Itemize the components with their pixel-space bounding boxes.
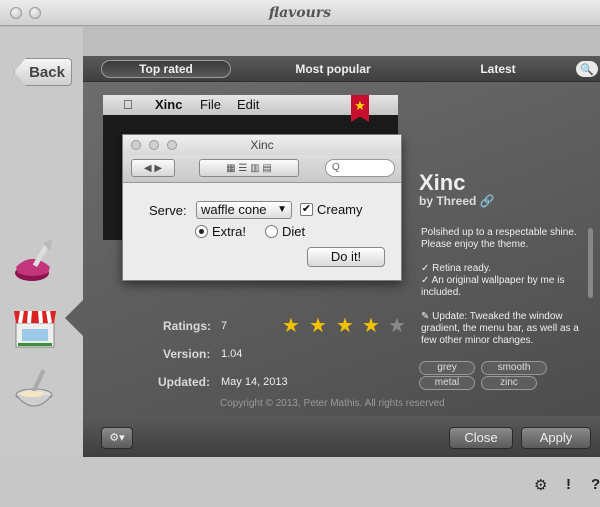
theme-author-text[interactable]: by Threed	[419, 194, 476, 208]
gear-menu-button[interactable]: ⚙▾	[101, 427, 133, 449]
preview-dialog-title: Xinc	[123, 135, 401, 155]
description-paragraph: ✎ Update: Tweaked the window gradient, t…	[421, 311, 579, 346]
apply-button[interactable]: Apply	[521, 427, 591, 449]
serve-label: Serve:	[149, 203, 187, 218]
version-value: 1.04	[221, 348, 243, 360]
serve-select-value: waffle cone	[201, 202, 267, 217]
diet-radio	[265, 225, 278, 238]
back-button[interactable]: Back	[14, 58, 72, 86]
back-forward-icon: ◀ ▶	[131, 159, 175, 177]
do-it-button: Do it!	[307, 247, 385, 267]
search-button[interactable]: 🔍	[576, 61, 598, 77]
description-paragraph: Polsihed up to a respectable shine. Plea…	[421, 227, 577, 250]
ratings-value: 7	[221, 320, 228, 332]
alert-icon[interactable]: !	[566, 476, 571, 493]
settings-gear-icon[interactable]: ⚙	[534, 476, 547, 494]
selection-pointer	[65, 300, 83, 336]
theme-author[interactable]: by Threed 🔗	[419, 194, 495, 208]
preview-app-name: Xinc	[155, 97, 183, 112]
dialog-close-dot	[131, 140, 141, 150]
tab-most-popular[interactable]: Most popular	[278, 60, 388, 78]
tab-top-rated[interactable]: Top rated	[101, 60, 231, 78]
dialog-minimize-dot	[149, 140, 159, 150]
tag-metal[interactable]: metal	[419, 376, 475, 390]
preview-dialog: Xinc ◀ ▶ ▦ ☰ ▥ ▤ Q Serve: waffle cone ▼ …	[122, 134, 402, 281]
tab-latest[interactable]: Latest	[463, 60, 533, 78]
tag-zinc[interactable]: zinc	[481, 376, 537, 390]
updated-value: May 14, 2013	[221, 376, 288, 388]
description-paragraph: ✓ Retina ready. ✓ An original wallpaper …	[421, 263, 565, 298]
view-mode-icon: ▦ ☰ ▥ ▤	[199, 159, 299, 177]
apple-logo-icon: 	[123, 97, 133, 112]
dialog-zoom-dot	[167, 140, 177, 150]
creamy-label: Creamy	[317, 202, 363, 217]
theme-description: Polsihed up to a respectable shine. Plea…	[421, 227, 586, 359]
cake-icon[interactable]	[10, 237, 60, 285]
store-icon[interactable]	[10, 303, 60, 351]
description-scrollbar[interactable]	[588, 228, 593, 298]
link-icon: 🔗	[479, 194, 495, 208]
preview-dialog-toolbar: ◀ ▶ ▦ ☰ ▥ ▤ Q	[123, 155, 401, 183]
updated-label: Updated:	[158, 375, 210, 389]
extra-label: Extra!	[212, 224, 246, 239]
chevron-down-icon: ▼	[277, 204, 287, 215]
ratings-label: Ratings:	[163, 319, 211, 333]
tag-grey[interactable]: grey	[419, 361, 475, 375]
preview-search-field: Q	[325, 159, 395, 177]
tab-bar: Top rated Most popular Latest	[83, 56, 600, 82]
help-icon[interactable]: ?	[591, 476, 600, 493]
copyright-text: Copyright © 2013, Peter Mathis. All righ…	[220, 398, 445, 409]
creamy-checkbox: ✔	[300, 203, 313, 216]
version-label: Version:	[163, 347, 211, 361]
title-bar: flavours	[0, 0, 600, 26]
star-icon[interactable]: ★	[282, 313, 300, 338]
star-empty-icon[interactable]: ★	[388, 313, 406, 338]
tag-smooth[interactable]: smooth	[481, 361, 547, 375]
preview-menu-edit: Edit	[237, 97, 260, 112]
star-icon[interactable]: ★	[362, 313, 380, 338]
star-icon[interactable]: ★	[336, 313, 354, 338]
preview-menu-file: File	[200, 97, 221, 112]
extra-radio	[195, 225, 208, 238]
theme-name: Xinc	[419, 170, 466, 195]
footer-bar	[0, 457, 600, 507]
search-icon: 🔍	[580, 63, 594, 76]
diet-label: Diet	[282, 224, 306, 239]
app-title: flavours	[268, 5, 332, 21]
mixing-bowl-icon[interactable]	[10, 365, 60, 413]
star-ribbon-icon: ★	[351, 95, 369, 122]
star-icon[interactable]: ★	[309, 313, 327, 338]
close-button[interactable]: Close	[449, 427, 513, 449]
serve-select: waffle cone ▼	[196, 201, 292, 219]
